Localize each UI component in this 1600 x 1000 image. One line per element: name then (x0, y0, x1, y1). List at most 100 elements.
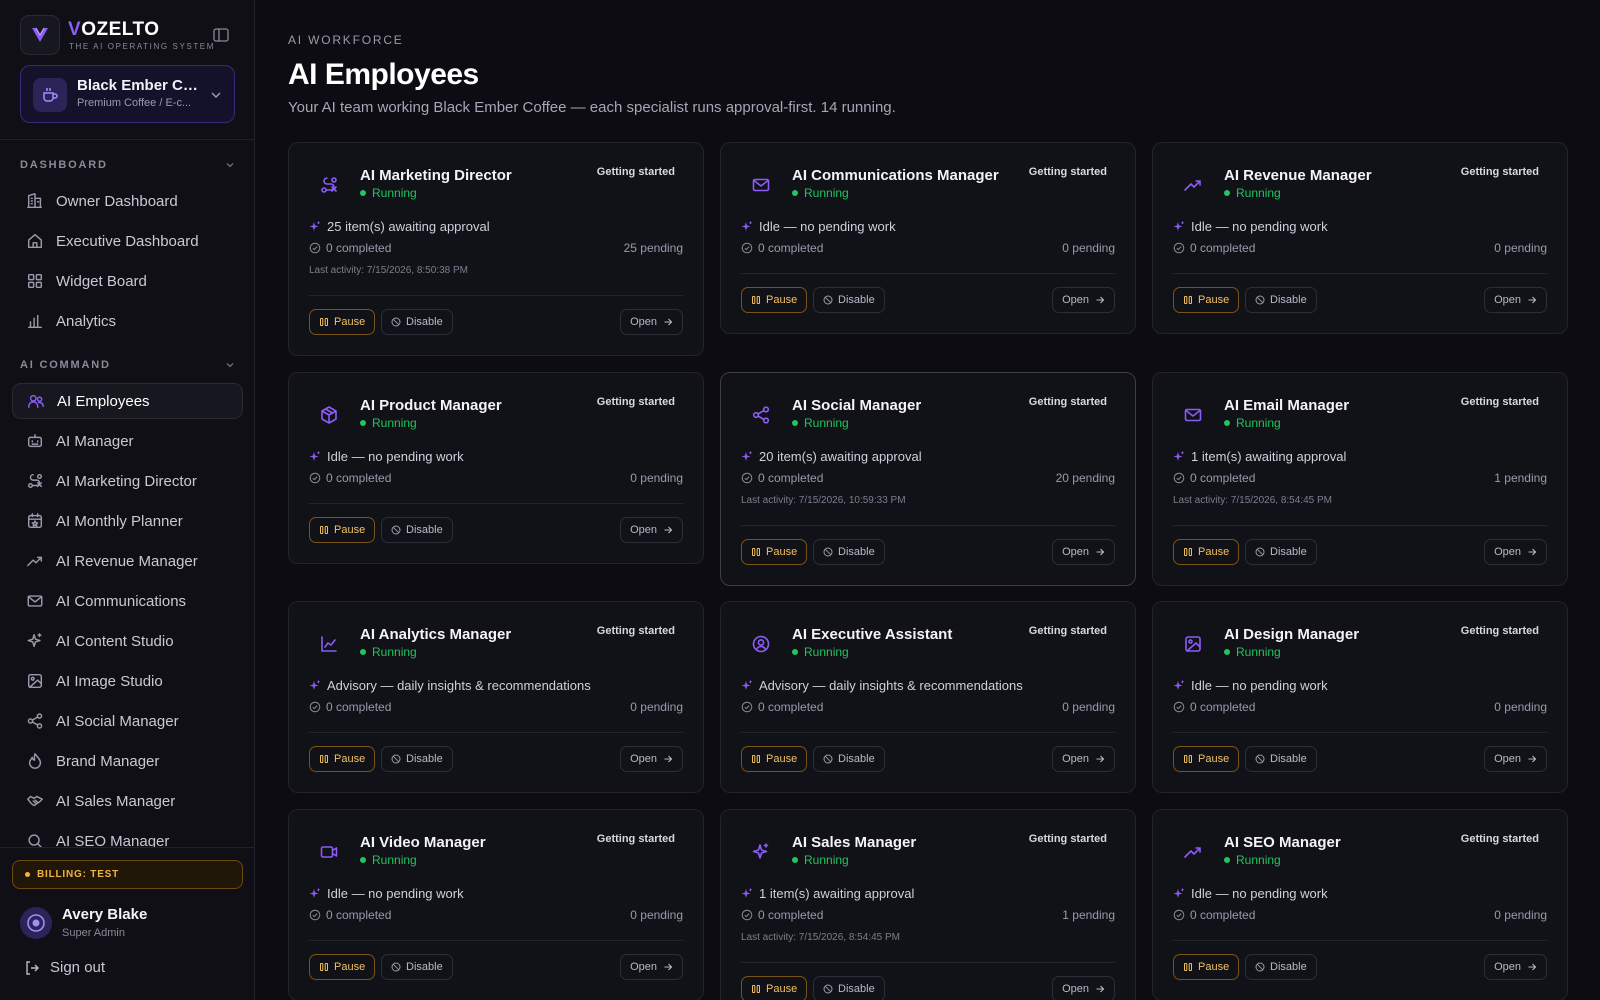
employee-card-ai-product-manager[interactable]: AI Product Manager Running Getting started… (288, 372, 704, 564)
sidebar-item-ai-sales-manager[interactable]: AI Sales Manager (12, 783, 243, 819)
employee-card-ai-seo-manager[interactable]: AI SEO Manager Running Getting started Idle… (1152, 809, 1568, 1000)
disable-button[interactable]: Disable (381, 954, 453, 980)
pause-button[interactable]: Pause (1173, 539, 1240, 565)
open-button[interactable]: Open (620, 746, 683, 772)
sign-out-button[interactable]: Sign out (24, 959, 105, 976)
divider (1173, 273, 1547, 274)
completed-count: 0 completed (1173, 471, 1255, 485)
sidebar-item-ai-monthly-planner[interactable]: AI Monthly Planner (12, 503, 243, 539)
work-summary: Advisory — daily insights & recommendati… (741, 678, 1023, 693)
divider (309, 503, 683, 504)
vozelto-logo-icon (20, 15, 60, 55)
sidebar-item-owner-dashboard[interactable]: Owner Dashboard (12, 183, 243, 219)
employee-card-ai-analytics-manager[interactable]: AI Analytics Manager Running Getting start… (288, 601, 704, 793)
pause-button[interactable]: Pause (741, 746, 808, 772)
pause-button[interactable]: Pause (741, 287, 808, 313)
section-dashboard[interactable]: DASHBOARD (20, 159, 235, 175)
disable-button[interactable]: Disable (1245, 746, 1317, 772)
employee-card-ai-marketing-director[interactable]: AI Marketing Director Running Getting star… (288, 142, 704, 356)
open-button[interactable]: Open (1484, 954, 1547, 980)
pause-button[interactable]: Pause (309, 954, 376, 980)
status-indicator: Running (1224, 853, 1281, 867)
sidebar-item-ai-communications[interactable]: AI Communications (12, 583, 243, 619)
disable-button[interactable]: Disable (813, 539, 885, 565)
sidebar-item-ai-social-manager[interactable]: AI Social Manager (12, 703, 243, 739)
status-badge: Getting started (596, 625, 675, 637)
employee-card-ai-sales-manager[interactable]: AI Sales Manager Running Getting started 1 … (720, 809, 1136, 1000)
divider (741, 273, 1115, 274)
open-button[interactable]: Open (620, 309, 683, 335)
disable-button[interactable]: Disable (1245, 287, 1317, 313)
status-badge: Getting started (596, 166, 675, 178)
pause-button[interactable]: Pause (1173, 287, 1240, 313)
status-dot (360, 857, 366, 863)
open-button[interactable]: Open (1052, 539, 1115, 565)
employee-card-ai-design-manager[interactable]: AI Design Manager Running Getting started I… (1152, 601, 1568, 793)
disable-button[interactable]: Disable (1245, 954, 1317, 980)
disable-button[interactable]: Disable (381, 517, 453, 543)
sidebar-item-brand-manager[interactable]: Brand Manager (12, 743, 243, 779)
disable-button[interactable]: Disable (381, 309, 453, 335)
billing-badge[interactable]: BILLING: TEST (12, 860, 243, 889)
completed-count: 0 completed (741, 471, 823, 485)
sidebar-item-ai-manager[interactable]: AI Manager (12, 423, 243, 459)
pause-button[interactable]: Pause (1173, 954, 1240, 980)
pause-button[interactable]: Pause (741, 976, 808, 1000)
workspace-switcher[interactable]: Black Ember Co... Premium Coffee / E-c..… (20, 65, 235, 123)
sidebar-item-ai-employees[interactable]: AI Employees (12, 383, 243, 419)
open-button[interactable]: Open (1484, 539, 1547, 565)
sparkle-icon (309, 451, 321, 463)
open-button[interactable]: Open (1052, 976, 1115, 1000)
pause-button[interactable]: Pause (309, 309, 376, 335)
sidebar-item-ai-marketing-director[interactable]: AI Marketing Director (12, 463, 243, 499)
completed-count: 0 completed (309, 471, 391, 485)
brand[interactable]: VOZELTO THE AI OPERATING SYSTEM (20, 15, 240, 55)
chevron-down-icon (225, 160, 235, 173)
open-button[interactable]: Open (1052, 746, 1115, 772)
sidebar-item-ai-image-studio[interactable]: AI Image Studio (12, 663, 243, 699)
employee-card-ai-communications-manager[interactable]: AI Communications Manager Running Getting … (720, 142, 1136, 334)
arrow-right-icon (1095, 984, 1105, 994)
sparkle-icon (309, 221, 321, 233)
page-eyebrow: AI WORKFORCE (288, 33, 404, 47)
sidebar-item-executive-dashboard[interactable]: Executive Dashboard (12, 223, 243, 259)
disable-button[interactable]: Disable (1245, 539, 1317, 565)
pause-button[interactable]: Pause (309, 517, 376, 543)
employee-card-ai-social-manager[interactable]: AI Social Manager Running Getting started 2… (720, 372, 1136, 586)
sidebar-item-ai-seo-manager[interactable]: AI SEO Manager (12, 823, 243, 847)
status-indicator: Running (1224, 416, 1281, 430)
employee-card-ai-video-manager[interactable]: AI Video Manager Running Getting started Id… (288, 809, 704, 1000)
mail-icon (26, 592, 44, 610)
sidebar-nav[interactable]: DASHBOARD Owner Dashboard Executive Dashb… (0, 150, 255, 847)
open-button[interactable]: Open (1484, 287, 1547, 313)
building-icon (26, 192, 44, 210)
sidebar-item-analytics[interactable]: Analytics (12, 303, 243, 339)
sidebar-toggle-icon[interactable] (210, 26, 232, 44)
section-ai-command[interactable]: AI COMMAND (20, 359, 235, 375)
status-dot (792, 857, 798, 863)
employee-card-ai-revenue-manager[interactable]: AI Revenue Manager Running Getting started… (1152, 142, 1568, 334)
sparkle-icon (741, 221, 753, 233)
employee-card-ai-email-manager[interactable]: AI Email Manager Running Getting started 1 … (1152, 372, 1568, 586)
status-indicator: Running (792, 416, 849, 430)
sidebar-item-ai-revenue-manager[interactable]: AI Revenue Manager (12, 543, 243, 579)
disable-button[interactable]: Disable (813, 287, 885, 313)
open-button[interactable]: Open (1484, 746, 1547, 772)
pause-button[interactable]: Pause (1173, 746, 1240, 772)
status-badge: Getting started (1028, 625, 1107, 637)
user-profile[interactable]: Avery Blake Super Admin (20, 905, 235, 941)
open-button[interactable]: Open (620, 954, 683, 980)
disable-button[interactable]: Disable (813, 746, 885, 772)
work-summary: 25 item(s) awaiting approval (309, 219, 490, 234)
pause-button[interactable]: Pause (309, 746, 376, 772)
sidebar-item-ai-content-studio[interactable]: AI Content Studio (12, 623, 243, 659)
sidebar-item-widget-board[interactable]: Widget Board (12, 263, 243, 299)
sparkle-icon (309, 888, 321, 900)
open-button[interactable]: Open (620, 517, 683, 543)
employee-card-ai-executive-assistant[interactable]: AI Executive Assistant Running Getting sta… (720, 601, 1136, 793)
check-circle-icon (741, 242, 753, 254)
disable-button[interactable]: Disable (813, 976, 885, 1000)
open-button[interactable]: Open (1052, 287, 1115, 313)
pause-button[interactable]: Pause (741, 539, 808, 565)
disable-button[interactable]: Disable (381, 746, 453, 772)
